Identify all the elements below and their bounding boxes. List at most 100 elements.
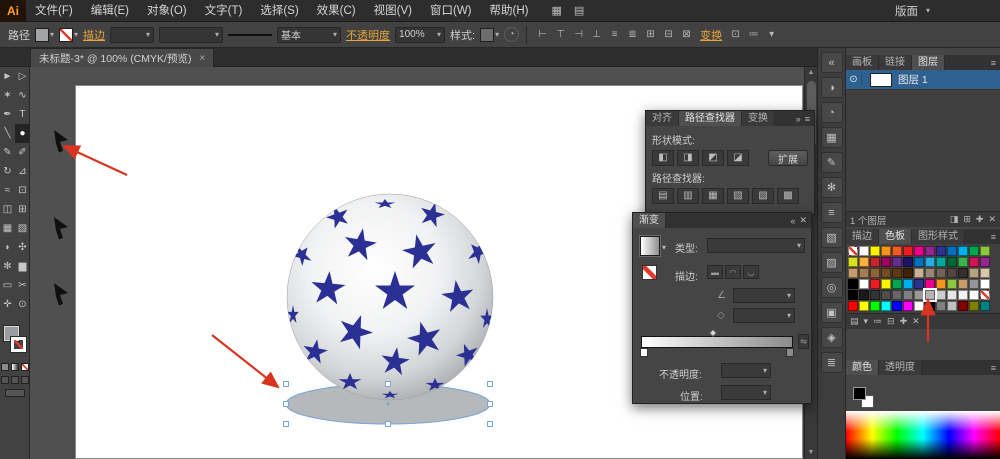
links-panel-icon[interactable]: ◈ [820,327,843,348]
recolor-artwork-icon[interactable]: ◔ [504,27,520,42]
swatch[interactable] [870,279,880,289]
swatch[interactable] [925,301,935,311]
swatch[interactable] [870,301,880,311]
align-left-icon[interactable]: ⊢ [534,26,551,43]
select-similar-icon[interactable]: ▾ [763,26,780,43]
stroke-panel-icon[interactable]: ≡ [820,202,843,223]
swatch[interactable] [925,257,935,267]
fill-color-picker[interactable]: ▾ [35,27,54,42]
swatch[interactable] [947,279,957,289]
gradient-tool[interactable]: ▧ [15,219,30,238]
menu-item[interactable]: 帮助(H) [481,0,538,22]
selection-tool[interactable]: ► [0,67,15,86]
expand-button[interactable]: 扩展 [768,150,808,166]
symbol-sprayer-tool[interactable]: ✻ [0,257,15,276]
intersect-button[interactable]: ◩ [702,150,724,166]
panel-menu-icon[interactable]: ≡ [991,232,996,242]
brush-definition-select[interactable]: 基本 ▾ [277,26,342,43]
align-panel-icon[interactable]: ≣ [820,352,843,373]
chevron-down-icon[interactable]: ▾ [662,243,666,252]
swatch[interactable] [969,268,979,278]
swatch[interactable] [859,279,869,289]
scroll-up-icon[interactable]: ▲ [805,67,817,79]
direct-selection-tool[interactable]: ▷ [15,67,30,86]
swatch[interactable] [859,290,869,300]
gradient-opacity-field[interactable]: ▾ [721,363,771,378]
exclude-button[interactable]: ◪ [727,150,749,166]
swatch[interactable] [936,290,946,300]
visibility-eye-icon[interactable]: ⊙ [846,74,862,85]
gradient-midpoint-stop[interactable] [708,328,717,338]
new-layer-icon[interactable]: ✚ [976,214,984,225]
color-guide-panel-icon[interactable]: ◔ [820,102,843,123]
draw-behind-icon[interactable] [10,376,19,384]
brushes-panel-icon[interactable]: ✎ [820,152,843,173]
mesh-tool[interactable]: ▦ [0,219,15,238]
menu-item[interactable]: 编辑(E) [82,0,138,22]
swatch[interactable] [892,246,902,256]
align-v-center-icon[interactable]: ≡ [606,26,623,43]
menu-item[interactable]: 选择(S) [251,0,307,22]
more-tabs-icon[interactable]: » [796,114,801,124]
panel-menu-icon[interactable]: ≡ [991,58,996,68]
fill-color-well[interactable] [853,387,866,400]
swatch[interactable] [958,257,968,267]
layer-row[interactable]: ⊙ 图层 1 [846,70,1000,90]
swatch[interactable] [980,301,990,311]
distribute-h-icon[interactable]: ⊞ [642,26,659,43]
zoom-tool[interactable]: ⊙ [15,295,30,314]
gradient-type-select[interactable]: ▾ [707,238,805,253]
swatch[interactable] [958,279,968,289]
swatch[interactable] [914,257,924,267]
magic-wand-tool[interactable]: ✶ [0,86,15,105]
stroke-weight-select[interactable]: ▾ [110,26,155,43]
swatch-options-icon[interactable]: ≔ [873,316,882,327]
layer-name[interactable]: 图层 1 [898,72,928,87]
swatch[interactable] [958,290,968,300]
outline-button[interactable]: ▨ [752,188,774,204]
collapse-panels-icon[interactable]: « [820,52,843,73]
swatch[interactable] [848,279,858,289]
gradient-stop-start[interactable] [640,348,648,357]
swatch[interactable] [903,279,913,289]
swatch[interactable] [969,257,979,267]
perspective-grid-tool[interactable]: ⊞ [15,200,30,219]
swatch[interactable] [958,268,968,278]
swatch[interactable] [892,290,902,300]
swatch[interactable] [881,301,891,311]
swatch[interactable] [936,279,946,289]
swatch[interactable] [936,246,946,256]
stroke-color-well[interactable] [10,336,27,353]
swatch[interactable] [947,290,957,300]
minus-front-button[interactable]: ◨ [677,150,699,166]
swatch[interactable] [925,279,935,289]
free-transform-tool[interactable]: ⊡ [15,181,30,200]
graphic-styles-panel-icon[interactable]: ▣ [820,302,843,323]
panel-menu-icon[interactable]: ≡ [991,363,996,373]
stroke-color-picker[interactable]: ▾ [59,27,78,42]
swatch[interactable] [848,268,858,278]
type-tool[interactable]: T [15,105,30,124]
new-swatch-icon[interactable]: ✚ [900,316,908,327]
tab-gradient[interactable]: 渐变 [633,213,666,228]
isolate-selected-icon[interactable]: ⊡ [727,26,744,43]
stroke-link[interactable]: 描边 [83,27,105,43]
unite-button[interactable]: ◧ [652,150,674,166]
swatch[interactable] [903,290,913,300]
style-picker[interactable]: ▾ [480,27,499,42]
swatch[interactable] [969,290,979,300]
tab-transparency[interactable]: 透明度 [879,360,922,375]
none-mode-icon[interactable] [20,363,29,371]
swatch[interactable] [859,301,869,311]
lasso-tool[interactable]: ∿ [15,86,30,105]
slice-tool[interactable]: ✂ [15,276,30,295]
swatch[interactable] [870,268,880,278]
color-spectrum-picker[interactable] [846,411,1000,459]
scroll-down-icon[interactable]: ▼ [805,447,817,459]
swatch[interactable] [947,246,957,256]
line-segment-tool[interactable]: ╲ [0,124,15,143]
variable-width-select[interactable]: ▾ [159,26,224,43]
screen-mode-icon[interactable] [4,389,25,397]
close-icon[interactable]: ✕ [799,215,807,226]
document-tab[interactable]: 未标题-3* @ 100% (CMYK/预览) × [30,48,215,67]
